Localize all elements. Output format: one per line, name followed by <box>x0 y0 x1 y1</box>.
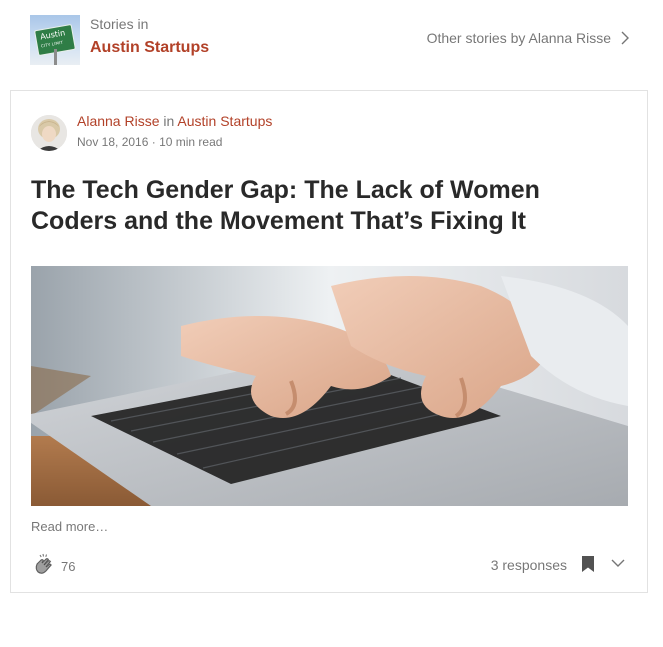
publication-name-link[interactable]: Austin Startups <box>90 39 209 57</box>
stories-in-label: Stories in <box>90 16 149 32</box>
story-hero-image[interactable] <box>31 266 628 506</box>
story-card: Alanna Risse in Austin Startups Nov 18, … <box>10 90 648 593</box>
story-date[interactable]: Nov 18, 2016 <box>77 135 148 149</box>
other-stories-label: Other stories by Alanna Risse <box>426 30 611 46</box>
chevron-down-icon[interactable] <box>611 559 625 568</box>
avatar-image <box>31 115 67 151</box>
story-title[interactable]: The Tech Gender Gap: The Lack of Women C… <box>31 175 631 237</box>
story-meta: Nov 18, 2016 · 10 min read <box>77 135 222 149</box>
read-time: 10 min read <box>159 135 223 149</box>
responses-link[interactable]: 3 responses <box>491 557 567 573</box>
author-avatar[interactable] <box>31 115 67 151</box>
clap-count[interactable]: 76 <box>61 559 75 574</box>
author-name-link[interactable]: Alanna Risse <box>77 113 160 129</box>
clap-icon[interactable] <box>31 551 57 577</box>
sign-text-city-limit: CITY LIMIT <box>40 39 64 49</box>
publication-logo[interactable]: Austin CITY LIMIT <box>30 15 80 65</box>
bookmark-icon[interactable] <box>581 555 595 573</box>
sign-pole <box>54 49 57 65</box>
publication-header: Austin CITY LIMIT Stories in Austin Star… <box>30 14 633 66</box>
story-publication-link[interactable]: Austin Startups <box>177 113 272 129</box>
in-word: in <box>163 113 175 129</box>
other-stories-link[interactable]: Other stories by Alanna Risse <box>427 30 629 46</box>
meta-separator: · <box>151 135 156 149</box>
author-line: Alanna Risse in Austin Startups <box>77 113 272 129</box>
hero-image-keyboard-hands <box>31 266 628 506</box>
read-more-link[interactable]: Read more… <box>31 519 108 534</box>
chevron-right-icon <box>621 31 629 45</box>
